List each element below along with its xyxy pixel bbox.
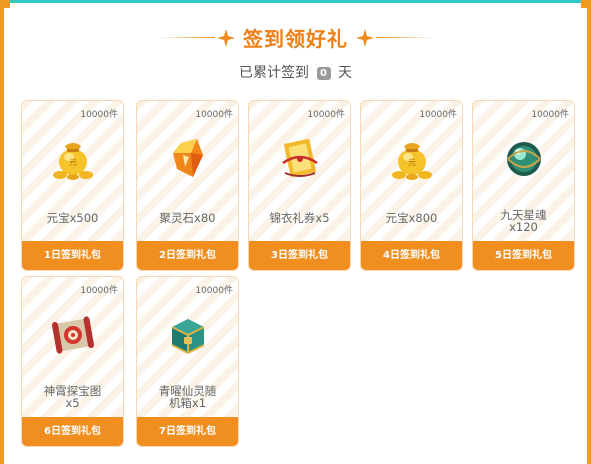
treasure-map-scroll-icon <box>51 316 95 354</box>
title-row: 签到领好礼 <box>4 23 587 52</box>
reward-card-day-4[interactable]: 10000件 元 元宝x800 4日签到礼包 <box>360 100 463 271</box>
gold-ingot-bag-icon: 元 <box>392 143 432 180</box>
reward-name: 元宝x500 <box>46 211 99 225</box>
claim-pack-button[interactable]: 3日签到礼包 <box>249 241 350 270</box>
claim-pack-button[interactable]: 7日签到礼包 <box>137 417 238 446</box>
reward-name-line2: x5 <box>65 396 80 410</box>
progress-suffix: 天 <box>337 65 352 81</box>
reward-card-day-7[interactable]: 10000件 青曜仙灵随 机箱x1 7日签到礼包 <box>136 276 239 447</box>
reward-card-day-2[interactable]: 10000件 聚灵石x80 2日签到礼包 <box>136 100 239 271</box>
reward-name: 元宝x800 <box>385 211 438 225</box>
title-decoration-line-right <box>376 37 434 38</box>
claim-pack-button[interactable]: 5日签到礼包 <box>473 241 574 270</box>
gold-ingot-bag-icon: 元 <box>53 143 93 180</box>
claim-pack-button[interactable]: 4日签到礼包 <box>361 241 462 270</box>
reward-quantity: 10000件 <box>80 286 118 296</box>
svg-text:元: 元 <box>69 158 77 167</box>
reward-name-line2: x120 <box>509 220 538 234</box>
gift-voucher-icon <box>282 139 318 177</box>
reward-name: 聚灵石x80 <box>159 211 216 225</box>
svg-text:元: 元 <box>408 158 416 167</box>
claim-pack-button[interactable]: 2日签到礼包 <box>137 241 238 270</box>
sign-in-panel: 签到领好礼 已累计签到 0 天 10000件 元 元宝x500 1日签到礼包 1… <box>0 0 591 464</box>
reward-name-line2: 机箱x1 <box>168 396 207 410</box>
claim-pack-button[interactable]: 6日签到礼包 <box>22 417 123 446</box>
title-decoration-line-left <box>157 37 215 38</box>
reward-quantity: 10000件 <box>307 110 345 120</box>
reward-quantity: 10000件 <box>195 286 233 296</box>
signed-days-count: 0 <box>316 67 331 80</box>
reward-card-day-5[interactable]: 10000件 九天星魂 x120 5日签到礼包 <box>472 100 575 271</box>
spirit-stone-icon <box>173 139 203 177</box>
progress-prefix: 已累计签到 <box>239 65 310 81</box>
reward-quantity: 10000件 <box>419 110 457 120</box>
claim-pack-button[interactable]: 1日签到礼包 <box>22 241 123 270</box>
page-title: 签到领好礼 <box>243 27 348 51</box>
reward-quantity: 10000件 <box>195 110 233 120</box>
reward-name: 神霄探宝图 x5 <box>26 385 119 409</box>
reward-name: 青曜仙灵随 机箱x1 <box>141 385 234 409</box>
reward-card-day-3[interactable]: 10000件 锦衣礼券x5 3日签到礼包 <box>248 100 351 271</box>
reward-name: 九天星魂 x120 <box>477 209 570 233</box>
jade-treasure-chest-icon <box>171 319 205 355</box>
sparkle-star-icon <box>356 28 374 47</box>
reward-card-day-6[interactable]: 10000件 神霄探宝图 x5 6日签到礼包 <box>21 276 124 447</box>
reward-card-day-1[interactable]: 10000件 元 元宝x500 1日签到礼包 <box>21 100 124 271</box>
reward-quantity: 10000件 <box>80 110 118 120</box>
sign-in-progress: 已累计签到 0 天 <box>4 62 587 82</box>
sparkle-star-icon <box>217 28 235 47</box>
star-soul-orb-icon <box>507 142 541 176</box>
reward-quantity: 10000件 <box>531 110 569 120</box>
reward-name: 锦衣礼券x5 <box>269 211 330 225</box>
